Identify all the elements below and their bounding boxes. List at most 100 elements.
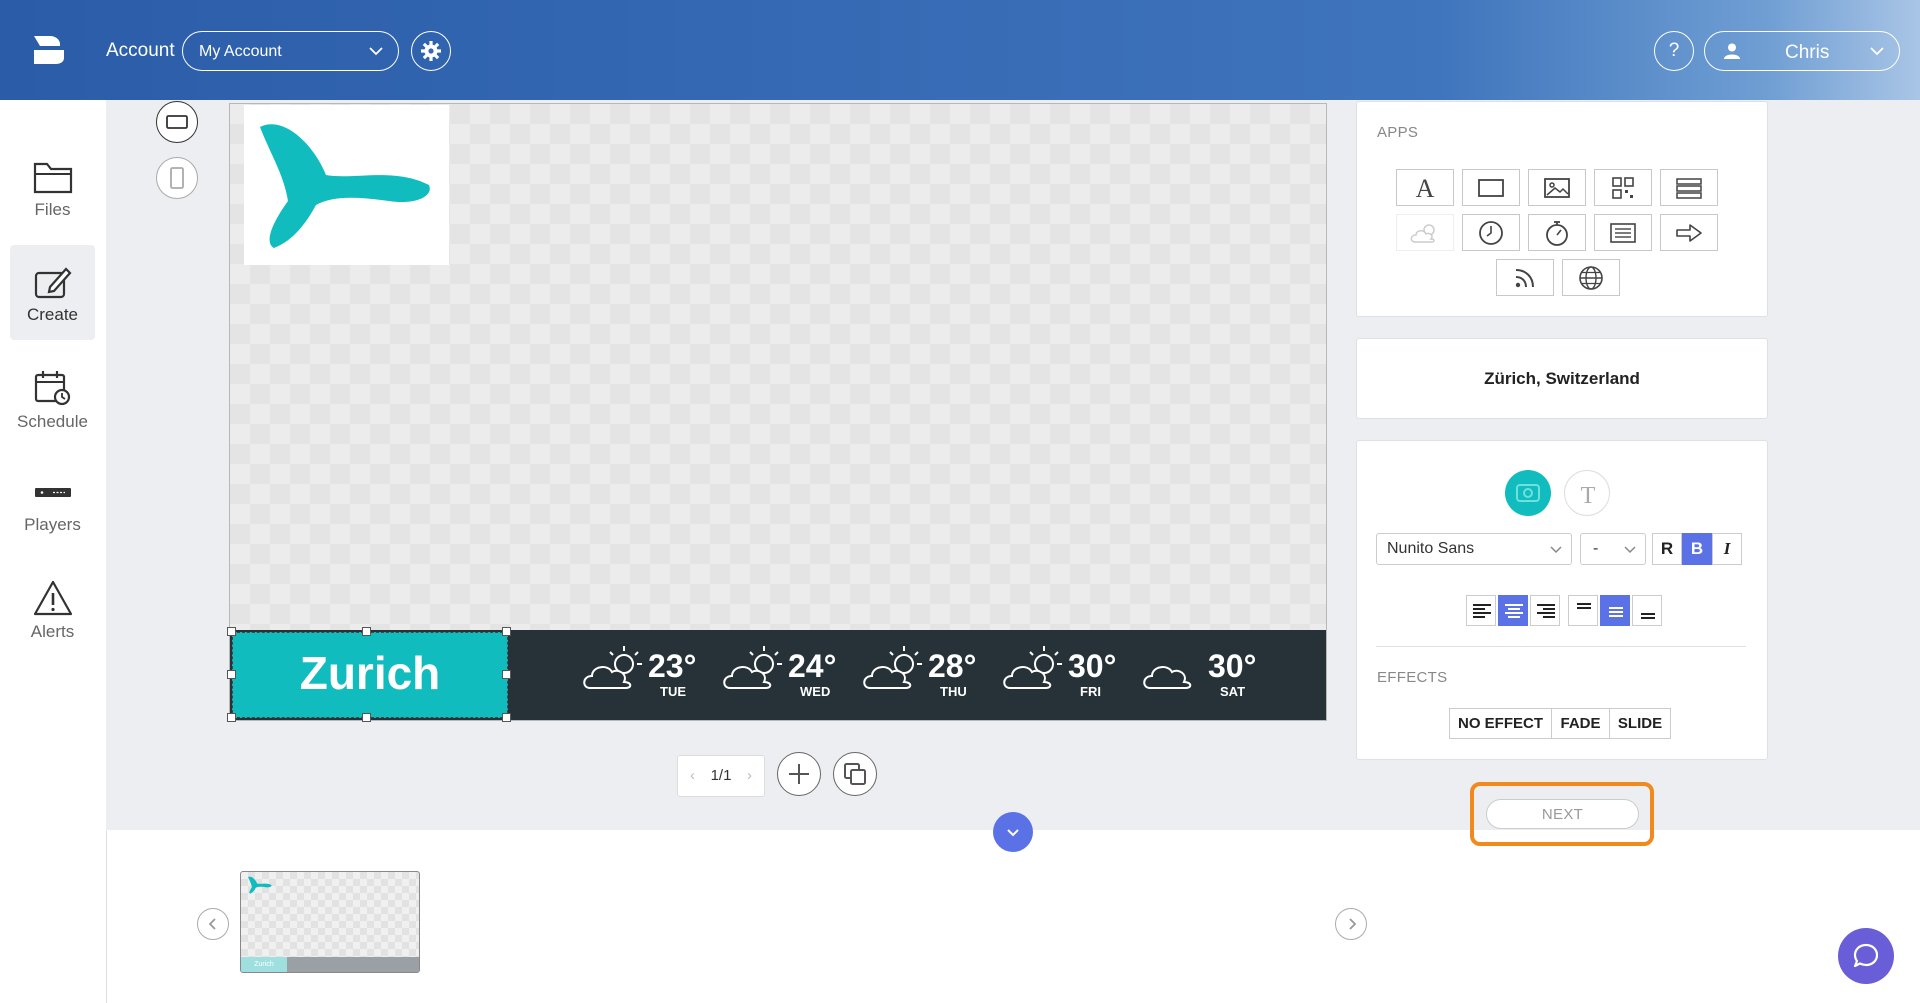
help-button[interactable]: ? xyxy=(1654,31,1694,71)
portrait-button[interactable] xyxy=(156,157,198,199)
forecast-day: 23° TUE xyxy=(580,642,710,706)
valign-bottom-button[interactable] xyxy=(1632,595,1662,626)
clock-icon xyxy=(1479,220,1503,245)
forecast-day-name: WED xyxy=(800,684,831,699)
align-center-icon xyxy=(1505,604,1523,618)
font-family-select[interactable]: Nunito Sans xyxy=(1376,533,1572,565)
forecast-temp: 30° xyxy=(1068,648,1117,684)
duplicate-slide-button[interactable] xyxy=(833,752,877,796)
next-button[interactable]: NEXT xyxy=(1486,799,1639,829)
effect-slide-button[interactable]: SLIDE xyxy=(1609,708,1671,739)
align-left-icon xyxy=(1473,604,1491,618)
chevron-left-icon xyxy=(208,918,216,930)
add-slide-button[interactable] xyxy=(777,752,821,796)
align-left-button[interactable] xyxy=(1466,595,1496,626)
italic-button[interactable]: I xyxy=(1712,533,1742,565)
next-highlight: NEXT xyxy=(1470,782,1654,846)
valign-top-button[interactable] xyxy=(1568,595,1598,626)
resize-handle[interactable] xyxy=(227,713,236,722)
chevron-down-icon xyxy=(1550,546,1562,554)
effect-none-button[interactable]: NO EFFECT xyxy=(1449,708,1552,739)
bold-button[interactable]: B xyxy=(1682,533,1712,565)
design-canvas[interactable]: Zurich 23° TUE 24° WED 28° THU 30° FRI 3… xyxy=(227,103,1327,722)
forecast-temp: 28° xyxy=(928,648,977,684)
edit-icon xyxy=(34,267,72,299)
pager-prev[interactable]: ‹ xyxy=(690,756,695,796)
slide-thumbnail[interactable]: Zurich xyxy=(240,871,420,973)
user-icon xyxy=(1724,43,1740,59)
rectangle-icon xyxy=(1478,178,1504,197)
location-panel[interactable]: Zürich, Switzerland xyxy=(1356,338,1768,419)
partly-sunny-icon xyxy=(863,646,922,689)
divider xyxy=(1376,646,1746,647)
calendar-clock-icon xyxy=(34,371,70,406)
thumbnail-logo-icon xyxy=(248,876,272,894)
countdown-app-button[interactable] xyxy=(1528,214,1586,251)
text-style-mode-button[interactable]: T xyxy=(1564,470,1610,516)
effect-fade-button[interactable]: FADE xyxy=(1551,708,1610,739)
portrait-icon xyxy=(170,167,184,189)
table-app-button[interactable] xyxy=(1660,169,1718,206)
resize-handle[interactable] xyxy=(227,627,236,636)
settings-button[interactable] xyxy=(411,31,451,71)
sidebar-item-players[interactable]: Players xyxy=(10,455,95,550)
image-app-button[interactable] xyxy=(1528,169,1586,206)
resize-handle[interactable] xyxy=(502,627,511,636)
forecast-temp: 30° xyxy=(1208,648,1257,684)
text-icon: A xyxy=(1416,175,1435,201)
sidebar-item-label: Create xyxy=(26,305,79,324)
forecast-day: 30° FRI xyxy=(1000,642,1130,706)
strip-next-button[interactable] xyxy=(1335,908,1367,940)
valign-bottom-icon xyxy=(1641,613,1655,619)
shape-app-button[interactable] xyxy=(1462,169,1520,206)
top-bar: Account My Account ? Chris xyxy=(0,0,1920,100)
chevron-down-icon xyxy=(1624,546,1636,554)
weather-style-icon xyxy=(1516,484,1540,502)
icon-style-mode-button[interactable] xyxy=(1505,470,1551,516)
app-logo[interactable] xyxy=(30,32,66,68)
list-app-button[interactable] xyxy=(1594,214,1652,251)
forecast-day-name: FRI xyxy=(1080,684,1101,699)
svg-text:T: T xyxy=(1581,483,1596,506)
city-text-element[interactable]: Zurich xyxy=(232,632,508,718)
collapse-strip-button[interactable] xyxy=(993,812,1033,852)
sidebar-item-schedule[interactable]: Schedule xyxy=(10,350,95,445)
apps-heading: APPS xyxy=(1377,124,1419,141)
chat-button[interactable] xyxy=(1838,928,1894,984)
valign-middle-button[interactable] xyxy=(1600,595,1630,626)
canvas-logo-element[interactable] xyxy=(244,105,449,265)
resize-handle[interactable] xyxy=(502,670,511,679)
align-right-button[interactable] xyxy=(1530,595,1560,626)
forecast-day-name: TUE xyxy=(660,684,686,699)
clock-app-button[interactable] xyxy=(1462,214,1520,251)
font-size-select[interactable]: - xyxy=(1580,533,1646,565)
text-app-button[interactable]: A xyxy=(1396,169,1454,206)
valign-top-icon xyxy=(1577,603,1591,609)
sidebar-item-alerts[interactable]: Alerts xyxy=(10,560,95,655)
strip-prev-button[interactable] xyxy=(197,908,229,940)
resize-handle[interactable] xyxy=(362,627,371,636)
link-app-button[interactable] xyxy=(1660,214,1718,251)
sidebar-item-files[interactable]: Files xyxy=(10,140,95,235)
table-icon xyxy=(1676,177,1702,199)
resize-handle[interactable] xyxy=(502,713,511,722)
sidebar-item-create[interactable]: Create xyxy=(10,245,95,340)
resize-handle[interactable] xyxy=(227,670,236,679)
web-app-button[interactable] xyxy=(1562,259,1620,296)
pager-next[interactable]: › xyxy=(747,756,752,796)
chevron-down-icon xyxy=(1870,47,1884,56)
user-menu-button[interactable]: Chris xyxy=(1704,31,1900,71)
align-center-button[interactable] xyxy=(1498,595,1528,626)
list-icon xyxy=(1610,222,1636,243)
sidebar: Files Create Schedule Players Alerts xyxy=(0,100,106,1003)
font-size-value: - xyxy=(1593,540,1599,557)
regular-button[interactable]: R xyxy=(1652,533,1682,565)
qr-app-button[interactable] xyxy=(1594,169,1652,206)
chevron-down-icon xyxy=(369,47,383,56)
resize-handle[interactable] xyxy=(362,713,371,722)
landscape-button[interactable] xyxy=(156,101,198,143)
weather-app-button[interactable] xyxy=(1396,214,1454,251)
account-select[interactable]: My Account xyxy=(182,31,399,71)
rss-app-button[interactable] xyxy=(1496,259,1554,296)
forecast-day-name: SAT xyxy=(1220,684,1246,699)
